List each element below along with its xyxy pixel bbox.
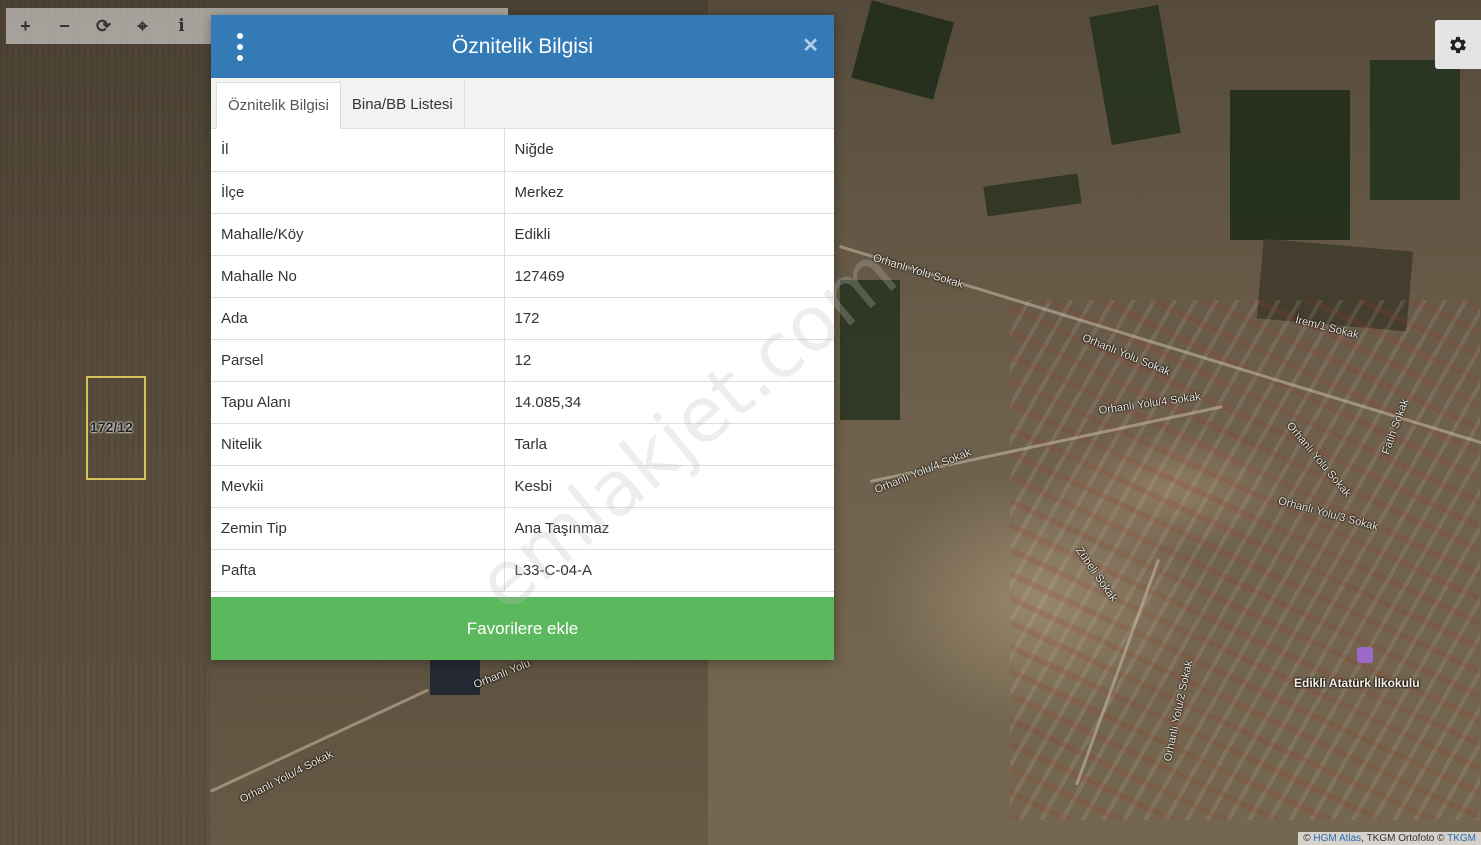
close-icon: ✕ xyxy=(802,35,819,57)
row-value: 12 xyxy=(504,339,834,382)
row-value: L33-C-04-A xyxy=(504,549,834,592)
school-label: Edikli Atatürk İlkokulu xyxy=(1294,676,1420,690)
map-field xyxy=(1230,90,1350,240)
school-icon[interactable] xyxy=(1357,647,1373,663)
zoom-out-button[interactable]: − xyxy=(45,8,84,44)
map-field xyxy=(840,280,900,420)
kebab-dot-icon xyxy=(237,33,243,39)
plus-icon: + xyxy=(20,15,31,36)
refresh-button[interactable]: ⟳ xyxy=(84,8,123,44)
attribution-text: , TKGM Ortofoto © xyxy=(1361,833,1448,844)
gear-icon xyxy=(1450,36,1466,53)
attribution-link-hgm[interactable]: HGM Atlas xyxy=(1313,833,1361,844)
locate-button[interactable]: ⌖ xyxy=(123,8,162,44)
parcel-label: 172/12 xyxy=(90,419,133,435)
row-key: Pafta xyxy=(211,549,505,592)
attribution-link-tkgm[interactable]: TKGM xyxy=(1447,833,1476,844)
row-key: Mahalle/Köy xyxy=(211,213,505,256)
table-row: İlçe Merkez xyxy=(211,171,834,214)
attribution-prefix: © xyxy=(1303,833,1314,844)
row-key: Mahalle No xyxy=(211,255,505,298)
row-key: Ada xyxy=(211,297,505,340)
dialog-title: Öznitelik Bilgisi xyxy=(451,34,594,58)
crosshair-icon: ⌖ xyxy=(137,15,148,36)
row-value: Merkez xyxy=(504,171,834,214)
row-value: 127469 xyxy=(504,255,834,298)
row-key: Zemin Tip xyxy=(211,507,505,550)
table-row: Ada 172 xyxy=(211,297,834,340)
dialog-tabs: Öznitelik Bilgisi Bina/BB Listesi xyxy=(211,78,834,129)
table-row: Mahalle No 127469 xyxy=(211,255,834,298)
row-key: Nitelik xyxy=(211,423,505,466)
row-value: Ana Taşınmaz xyxy=(504,507,834,550)
map-attribution: © HGM Atlas, TKGM Ortofoto © TKGM xyxy=(1298,832,1481,845)
table-row: Nitelik Tarla xyxy=(211,423,834,466)
tab-building-list[interactable]: Bina/BB Listesi xyxy=(341,81,465,128)
tab-attribute-info[interactable]: Öznitelik Bilgisi xyxy=(216,82,341,129)
row-value: Kesbi xyxy=(504,465,834,508)
info-button[interactable]: i xyxy=(162,8,201,44)
attribute-dialog: Öznitelik Bilgisi ✕ Öznitelik Bilgisi Bi… xyxy=(211,15,834,660)
row-value: Tarla xyxy=(504,423,834,466)
map-field xyxy=(430,660,480,695)
attribute-table: İl Niğde İlçe Merkez Mahalle/Köy Edikli Mah… xyxy=(211,129,834,592)
dialog-close-button[interactable]: ✕ xyxy=(802,35,819,57)
refresh-icon: ⟳ xyxy=(95,15,112,36)
kebab-dot-icon xyxy=(237,44,243,50)
row-key: İlçe xyxy=(211,171,505,214)
map-field xyxy=(1370,60,1460,200)
row-key: Tapu Alanı xyxy=(211,381,505,424)
row-key: İl xyxy=(211,129,505,172)
info-icon: i xyxy=(178,16,185,36)
table-row: Tapu Alanı 14.085,34 xyxy=(211,381,834,424)
table-row: Mevkii Kesbi xyxy=(211,465,834,508)
row-key: Parsel xyxy=(211,339,505,382)
dialog-menu-button[interactable] xyxy=(233,33,247,61)
row-value: Niğde xyxy=(504,129,834,172)
row-value: Edikli xyxy=(504,213,834,256)
zoom-in-button[interactable]: + xyxy=(6,8,45,44)
dialog-header: Öznitelik Bilgisi ✕ xyxy=(211,15,834,78)
minus-icon: − xyxy=(59,15,70,36)
row-value: 14.085,34 xyxy=(504,381,834,424)
add-to-favorites-button[interactable]: Favorilere ekle xyxy=(211,597,834,660)
table-row: Mahalle/Köy Edikli xyxy=(211,213,834,256)
table-row: Parsel 12 xyxy=(211,339,834,382)
table-row: İl Niğde xyxy=(211,129,834,172)
table-row: Zemin Tip Ana Taşınmaz xyxy=(211,507,834,550)
row-key: Mevkii xyxy=(211,465,505,508)
kebab-dot-icon xyxy=(237,55,243,61)
table-row: Pafta L33-C-04-A xyxy=(211,549,834,592)
settings-button[interactable] xyxy=(1435,20,1481,69)
row-value: 172 xyxy=(504,297,834,340)
